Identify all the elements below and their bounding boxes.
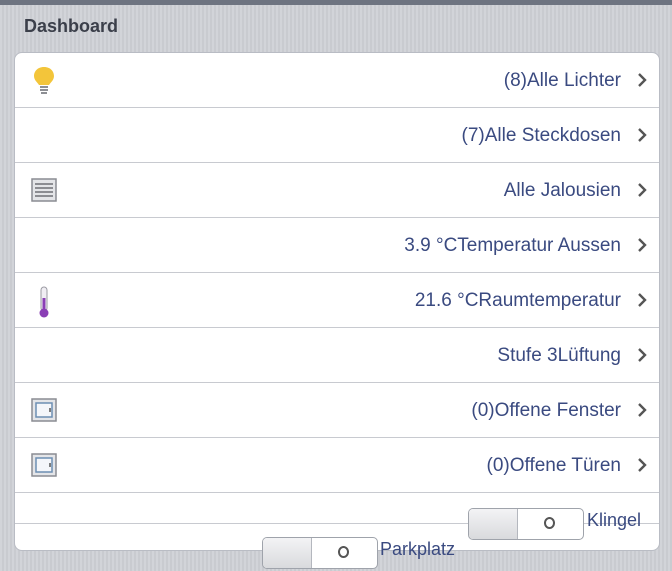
list-item-alle-lichter[interactable]: (8)Alle Lichter	[15, 53, 659, 108]
list-item-alle-jalousien[interactable]: Alle Jalousien	[15, 163, 659, 218]
chevron-right-icon	[638, 293, 647, 307]
list-item-temperatur-aussen[interactable]: 3.9 °CTemperatur Aussen	[15, 218, 659, 273]
page-title: Dashboard	[24, 16, 119, 36]
klingel-toggle[interactable]	[468, 508, 584, 540]
parkplatz-toggle[interactable]	[262, 537, 378, 569]
chevron-right-icon	[638, 183, 647, 197]
chevron-right-icon	[638, 403, 647, 417]
dashboard-list: (8)Alle Lichter (7)Alle Steckdosen Alle …	[14, 52, 660, 569]
toggle-off-segment	[469, 509, 518, 539]
toggle-off-segment	[263, 538, 312, 568]
parkplatz-label: Parkplatz	[380, 539, 456, 559]
list-item-offene-tueren[interactable]: (0)Offene Türen	[15, 438, 659, 493]
chevron-right-icon	[638, 238, 647, 252]
thermometer-icon	[39, 286, 49, 318]
blinds-icon	[31, 178, 57, 202]
row-label: (0)Offene Fenster	[471, 400, 621, 421]
toggle-knob-icon	[338, 546, 349, 558]
list-item-raumtemperatur[interactable]: 21.6 °CRaumtemperatur	[15, 273, 659, 328]
toggle-knob-icon	[544, 517, 555, 529]
list-item-alle-steckdosen[interactable]: (7)Alle Steckdosen	[15, 108, 659, 163]
row-label: (8)Alle Lichter	[503, 70, 621, 91]
chevron-right-icon	[638, 348, 647, 362]
chevron-right-icon	[638, 458, 647, 472]
list-item-offene-fenster[interactable]: (0)Offene Fenster	[15, 383, 659, 438]
row-label: (0)Offene Türen	[486, 455, 621, 476]
row-label: 3.9 °CTemperatur Aussen	[404, 235, 621, 256]
row-label: Alle Jalousien	[503, 180, 621, 201]
top-bar	[0, 0, 672, 5]
window-icon	[31, 453, 57, 477]
list-item-lueftung[interactable]: Stufe 3Lüftung	[15, 328, 659, 383]
lightbulb-icon	[34, 67, 54, 94]
row-label: Stufe 3Lüftung	[497, 345, 621, 366]
row-label: 21.6 °CRaumtemperatur	[414, 290, 621, 311]
window-icon	[31, 398, 57, 422]
chevron-right-icon	[638, 128, 647, 142]
klingel-label: Klingel	[587, 510, 642, 530]
chevron-right-icon	[638, 73, 647, 87]
row-label: (7)Alle Steckdosen	[461, 125, 621, 146]
